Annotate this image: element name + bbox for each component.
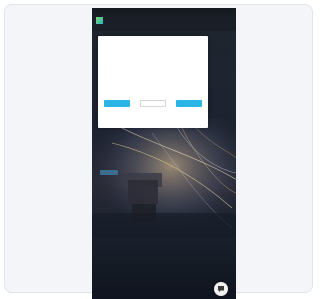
consent-accept-button[interactable]	[176, 100, 202, 107]
hero-city-image	[92, 118, 236, 238]
consent-settings-button[interactable]	[104, 100, 130, 107]
cookie-consent-dialog	[98, 36, 208, 128]
consent-necessary-button[interactable]	[140, 100, 166, 107]
consent-button-row	[104, 100, 202, 107]
hero-cta-button[interactable]	[100, 170, 118, 175]
main-navigation	[92, 13, 236, 31]
chat-bubble-icon	[218, 286, 224, 292]
brand-logo-icon[interactable]	[96, 17, 103, 24]
chat-launcher-button[interactable]	[214, 282, 228, 296]
